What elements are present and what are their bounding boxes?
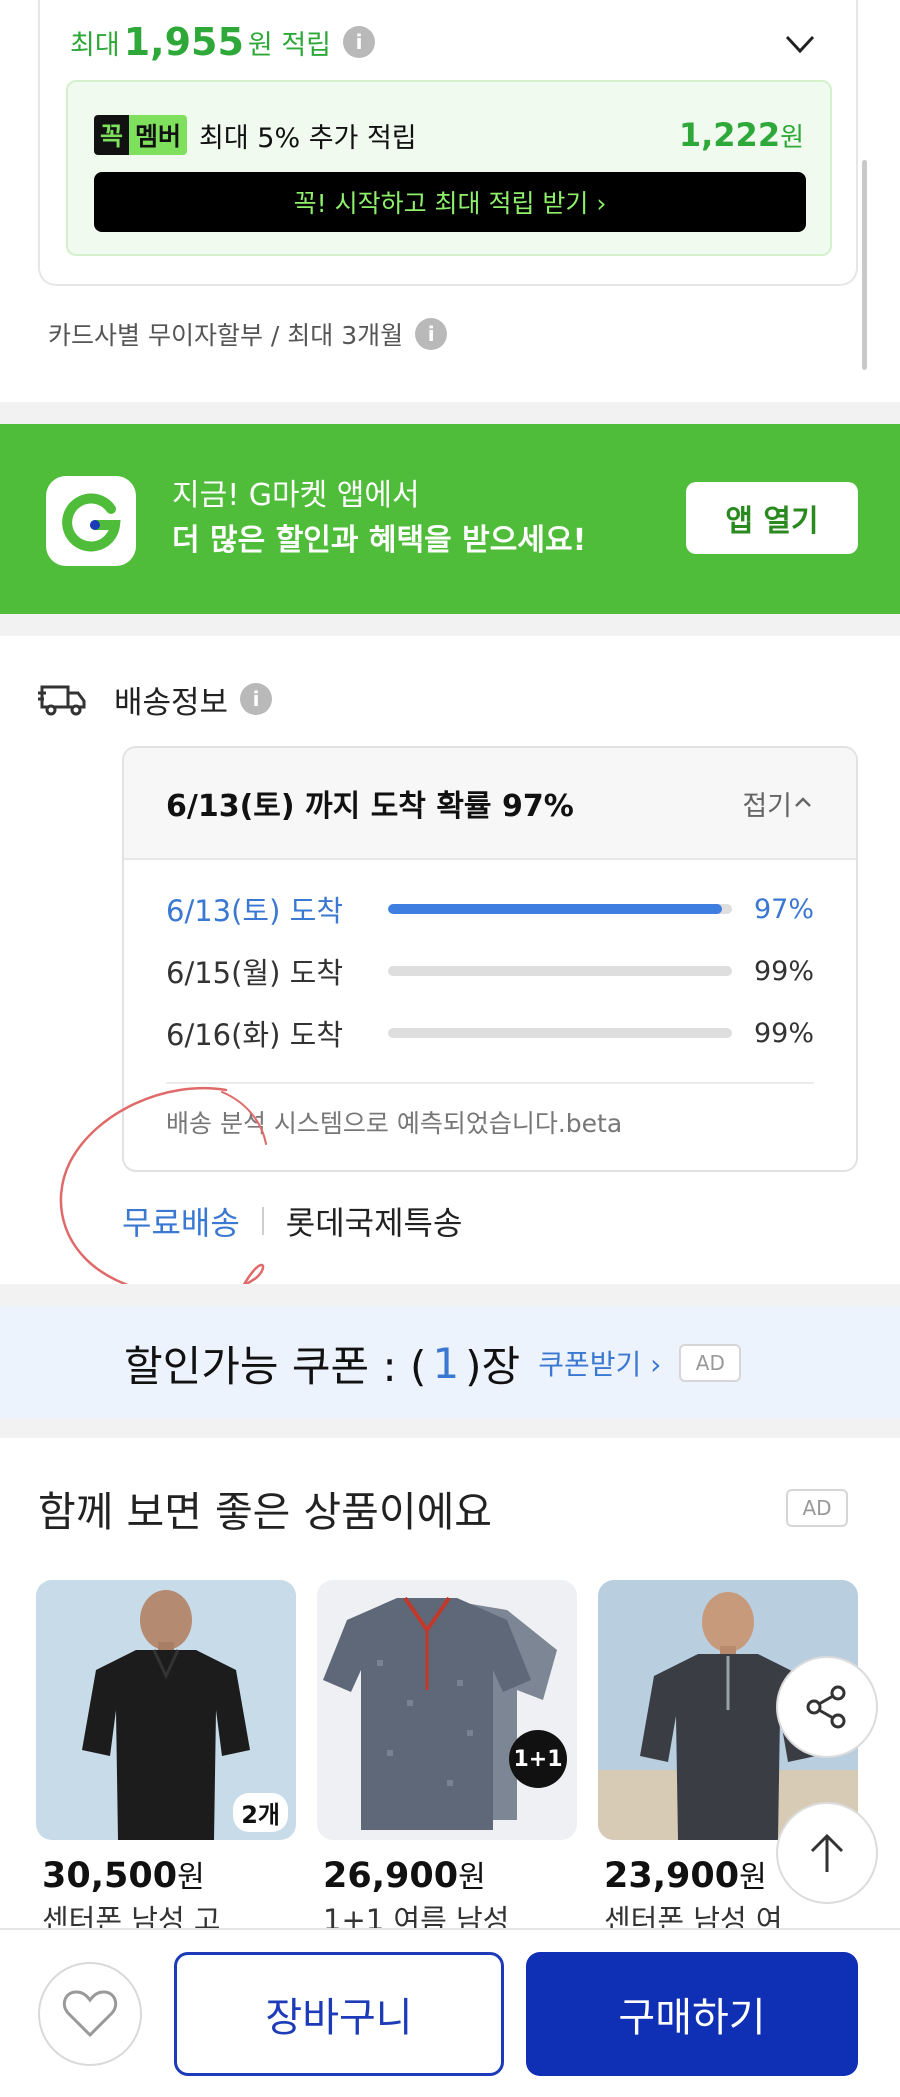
carrier-name: 롯데국제특송 [285, 1204, 463, 1242]
product-price: 26,900원 [323, 1856, 486, 1896]
coupon-label-suffix: )장 [465, 1341, 521, 1391]
product-image[interactable]: 2개 [36, 1580, 296, 1840]
delivery-probability-row: 6/13(토) 도착 97% [166, 886, 814, 932]
section-divider [0, 1284, 900, 1306]
delivery-headline: 6/13(토) 까지 도착 확률 97% [166, 789, 574, 824]
promo-badge: 1+1 [509, 1730, 567, 1788]
section-divider [0, 1418, 900, 1438]
banner-line2: 더 많은 할인과 혜택을 받으세요! [172, 523, 587, 558]
recommend-title: 함께 보면 좋은 상품이에요 [38, 1488, 493, 1536]
member-reward-amount: 1,222원 [678, 116, 804, 154]
banner-text: 지금! G마켓 앱에서 더 많은 할인과 혜택을 받으세요! [172, 474, 586, 564]
shipping-method-row: 무료배송 롯데국제특송 [122, 1194, 462, 1248]
section-divider [0, 402, 900, 424]
probability-percent: 99% [753, 955, 814, 987]
probability-bar [388, 966, 732, 976]
buy-now-button[interactable]: 구매하기 [526, 1952, 858, 2076]
shipping-title: 배송정보 [114, 684, 229, 721]
banner-line1: 지금! G마켓 앱에서 [172, 478, 420, 513]
heart-icon [62, 1990, 118, 2038]
free-shipping-label: 무료배송 [122, 1204, 240, 1242]
product-image[interactable]: 1+1 [317, 1580, 577, 1840]
delivery-estimate-header: 6/13(토) 까지 도착 확률 97% 접기 [124, 748, 856, 860]
chevron-down-icon[interactable] [782, 26, 818, 62]
member-logo: 꼭 멤버 [94, 115, 188, 155]
divider [166, 1082, 814, 1084]
member-reward-row: 꼭 멤버 최대 5% 추가 적립 1,222원 [94, 112, 804, 158]
section-divider [0, 614, 900, 636]
divider [261, 1207, 264, 1235]
reward-summary[interactable]: 최대 1,955 원 적립 i [70, 16, 375, 68]
product-name: 1+1 여름 남성 [323, 1903, 510, 1930]
member-reward-text: 최대 5% 추가 적립 [199, 122, 417, 154]
coupon-info: 할인가능 쿠폰 : ( 1 )장 쿠폰받기 › AD [124, 1334, 742, 1392]
gmarket-logo-icon [46, 476, 136, 566]
product-name: 센터폰 남성 여 [604, 1903, 783, 1930]
reward-card: 최대 1,955 원 적립 i 꼭 멤버 최대 5% 추가 적립 1,222원 꼭… [38, 0, 858, 286]
delivery-date: 6/16(화) 도착 [166, 1018, 344, 1052]
delivery-probability-row: 6/16(화) 도착 99% [166, 1010, 814, 1056]
probability-bar [388, 1028, 732, 1038]
reward-suffix: 원 적립 [247, 29, 331, 61]
installment-info[interactable]: 카드사별 무이자할부 / 최대 3개월 i [48, 312, 448, 356]
arrow-up-icon [810, 1833, 844, 1872]
reward-amount: 1,955 [123, 20, 244, 64]
open-app-button[interactable]: 앱 열기 [686, 482, 858, 554]
product-card[interactable]: 1+1 26,900원 1+1 여름 남성 [317, 1580, 577, 1930]
probability-percent: 99% [753, 1017, 814, 1049]
share-icon [806, 1685, 846, 1729]
member-reward-box: 꼭 멤버 최대 5% 추가 적립 1,222원 꼭! 시작하고 최대 적립 받기 … [66, 80, 832, 256]
bottom-action-bar: 장바구니 구매하기 [0, 1928, 900, 2097]
ad-badge: AD [679, 1344, 742, 1382]
product-price: 30,500원 [42, 1856, 205, 1896]
scrollbar[interactable] [862, 160, 867, 370]
fold-label: 접기 [742, 790, 792, 822]
add-to-cart-button[interactable]: 장바구니 [174, 1952, 504, 2076]
coupon-band[interactable]: 할인가능 쿠폰 : ( 1 )장 쿠폰받기 › AD [0, 1306, 900, 1418]
app-promo-banner[interactable]: 지금! G마켓 앱에서 더 많은 할인과 혜택을 받으세요! 앱 열기 [0, 424, 900, 614]
probability-bar [388, 904, 732, 914]
delivery-probability-row: 6/15(월) 도착 99% [166, 948, 814, 994]
shipping-title-row: 배송정보 i [38, 674, 273, 724]
share-button[interactable] [776, 1656, 878, 1758]
probability-bar-fill [388, 904, 722, 914]
coupon-label-prefix: 할인가능 쿠폰 : ( [124, 1341, 427, 1391]
get-coupon-link[interactable]: 쿠폰받기 › [538, 1343, 661, 1383]
coupon-count: 1 [432, 1338, 460, 1388]
delivery-date: 6/13(토) 도착 [166, 894, 344, 928]
installment-text: 카드사별 무이자할부 / 최대 3개월 [48, 321, 404, 350]
ad-badge: AD [786, 1489, 848, 1527]
product-name: 센터폰 남성 고 [42, 1903, 221, 1930]
scroll-top-button[interactable] [776, 1802, 878, 1904]
delivery-estimate-card: 6/13(토) 까지 도착 확률 97% 접기 6/13(토) 도착 97% 6… [122, 746, 858, 1172]
probability-percent: 97% [753, 893, 814, 925]
reward-prefix: 최대 [70, 29, 120, 61]
truck-icon [38, 685, 86, 716]
product-card[interactable]: 2개 30,500원 센터폰 남성 고 [36, 1580, 296, 1930]
delivery-date: 6/15(월) 도착 [166, 956, 344, 990]
info-icon[interactable]: i [343, 26, 375, 58]
wishlist-button[interactable] [38, 1962, 142, 2066]
member-start-button[interactable]: 꼭! 시작하고 최대 적립 받기 › [94, 172, 806, 232]
info-icon[interactable]: i [240, 683, 273, 715]
prediction-note: 배송 분석 시스템으로 예측되었습니다.beta [166, 1109, 623, 1138]
info-icon[interactable]: i [415, 318, 448, 350]
chevron-up-icon [795, 797, 811, 807]
fold-toggle[interactable]: 접기 [742, 784, 814, 823]
quantity-badge: 2개 [233, 1793, 288, 1832]
